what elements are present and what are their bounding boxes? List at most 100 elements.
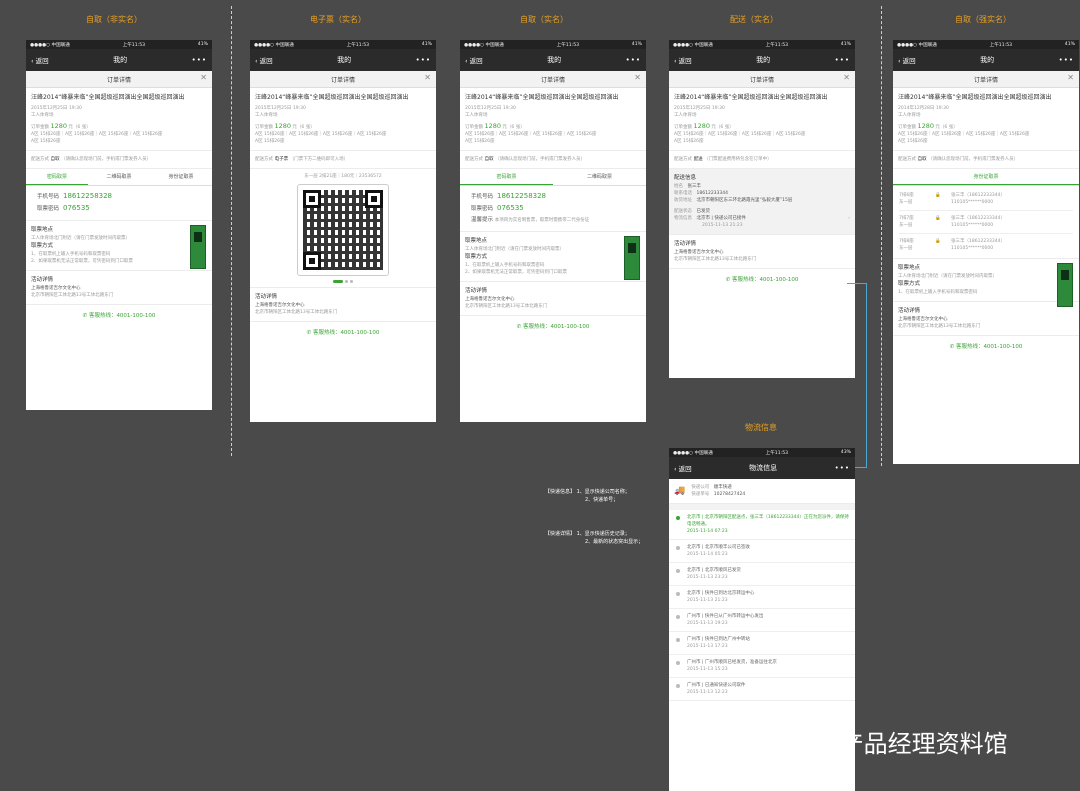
phone-label: 手机号码 <box>471 194 494 200</box>
back-button[interactable]: ‹ 返回 <box>31 55 49 65</box>
page-dots[interactable] <box>250 280 436 283</box>
sub-header: 订单详情 ✕ <box>893 71 1079 88</box>
close-icon[interactable]: ✕ <box>843 73 850 82</box>
phone-self-pickup-realname: ●●●●○ 中国联通 上午11:53 41% ‹ 返回 我的 ••• 订单详情 ✕ 汪峰2… <box>460 40 646 422</box>
hotline[interactable]: ✆ 客服热线：4001-100-100 <box>669 269 855 289</box>
more-icon[interactable]: ••• <box>835 464 850 472</box>
clock: 上午11:53 <box>765 42 789 48</box>
tab-qrcode[interactable]: 二维码取票 <box>88 169 150 185</box>
holder: 张三丰 <box>951 193 965 198</box>
amount: 1280 <box>484 122 501 130</box>
pwd-label: 取票密码 <box>37 206 60 212</box>
close-icon[interactable]: ✕ <box>200 73 207 82</box>
event-venue: 工人体育场 <box>465 113 488 118</box>
back-button[interactable]: ‹ 返回 <box>674 55 692 65</box>
ticket-machine-icon <box>1057 263 1073 307</box>
timeline-time: 2015-11-13 17:23 <box>687 644 728 649</box>
clock: 上午11:53 <box>556 42 580 48</box>
timeline-text: 北京市 | 北京市朝阳区配送点，张三丰（18612233344）正在为您派件，请… <box>687 515 849 527</box>
column-title: 配送（实名） <box>730 15 778 24</box>
tracking-no: 10278427424 <box>713 492 746 497</box>
note-line: 1、显示快递公司名称； <box>576 489 630 495</box>
page-dot[interactable] <box>350 280 353 283</box>
ship-label: 配送信息 <box>674 175 697 181</box>
hotline[interactable]: ✆ 客服热线：4001-100-100 <box>26 305 212 325</box>
back-button[interactable]: ‹ 返回 <box>674 463 692 473</box>
more-icon[interactable]: ••• <box>835 56 850 64</box>
delivery-hint: （请确认您现场门前，手机或门票发券人员） <box>495 157 586 162</box>
more-icon[interactable]: ••• <box>626 56 641 64</box>
tab-idcard[interactable]: 身份证取票 <box>893 169 1079 185</box>
tab-password[interactable]: 密码取票 <box>460 169 553 185</box>
hotline[interactable]: ✆ 客服热线：4001-100-100 <box>893 336 1079 356</box>
amount-label: 订单金额 <box>465 125 483 130</box>
back-button[interactable]: ‹ 返回 <box>255 55 273 65</box>
pickup-info: 取票地点 工人体育场北门附近（请在门票发放时间内取票） 取票方式 1、在取票机上… <box>893 259 1079 307</box>
express-time: 2015-11-13 21:23 <box>702 223 743 228</box>
method-label: 取票方式 <box>465 254 488 260</box>
tab-password[interactable]: 密码取票 <box>26 169 88 185</box>
nav-bar: ‹ 返回 我的 ••• <box>26 49 212 71</box>
timeline-dot <box>676 592 680 596</box>
tab-qrcode[interactable]: 二维码取票 <box>553 169 646 185</box>
more-icon[interactable]: ••• <box>416 56 431 64</box>
event-title: 汪峰2014“峰暴来临”全国超级巡回演出全国超级巡回演出 <box>465 94 619 101</box>
event-date: 2015年12月25日 19:30 <box>31 106 82 111</box>
event-title: 汪峰2014“峰暴来临”全国超级巡回演出全国超级巡回演出 <box>898 94 1052 101</box>
more-icon[interactable]: ••• <box>192 56 207 64</box>
delivery-hint: （门票下方二维码即可入场） <box>289 157 349 162</box>
delivery-label: 配送方式 <box>674 157 692 162</box>
hotline[interactable]: ✆ 客服热线：4001-100-100 <box>460 316 646 336</box>
event-title: 汪峰2014“峰暴来临”全国超级巡回演出全国超级巡回演出 <box>31 94 185 101</box>
hotline[interactable]: ✆ 客服热线：4001-100-100 <box>250 322 436 342</box>
delivery-value: 配送 <box>693 157 703 162</box>
pickup-tabs: 密码取票 二维码取票 身份证取票 <box>26 169 212 186</box>
amount-label: 订单金额 <box>31 125 49 130</box>
annotation-detail: 【快递详情】 1、显示快递历史记录； 2、最新的状态突出显示； <box>545 530 643 546</box>
timeline-time: 2015-11-13 15:23 <box>687 667 728 672</box>
sub-title: 订单详情 <box>106 76 131 84</box>
organizer-addr: 北京市朝阳区工体北路13号工体北路东门 <box>255 310 338 315</box>
tracking-label: 快递单号 <box>691 492 710 497</box>
annotation-express: 【快递信息】 1、显示快递公司名称； 2、快递单号； <box>545 488 630 504</box>
status-bar: ●●●●○ 中国联通 上午11:53 41% <box>460 40 646 49</box>
phone-label: 手机号码 <box>37 194 60 200</box>
organizer-label: 活动详情 <box>465 288 488 294</box>
back-button[interactable]: ‹ 返回 <box>465 55 483 65</box>
close-icon[interactable]: ✕ <box>424 73 431 82</box>
qr-finder <box>365 190 383 208</box>
company-label: 快递公司 <box>691 485 710 490</box>
place-label: 取票地点 <box>898 265 921 271</box>
seat: 7排8座 <box>899 239 914 244</box>
close-icon[interactable]: ✕ <box>634 73 641 82</box>
canvas: 自取（非实名） 电子票（实名） 自取（实名） 配送（实名） 自取（强实名） 物流… <box>0 0 1080 791</box>
page-dot[interactable] <box>345 280 348 283</box>
organizer-addr: 北京市朝阳区工体北路13号工体北路东门 <box>465 304 548 309</box>
back-label: 返回 <box>35 57 49 65</box>
nav-title: 我的 <box>980 56 995 64</box>
phone-value: 18612258328 <box>63 192 113 200</box>
place: 工人体育场北门附近（请在门票发放时间内取票） <box>31 236 130 241</box>
timeline-text: 广州市 | 广州市顺风已经发货，准备运往北京 <box>687 660 777 665</box>
place-label: 取票地点 <box>31 227 54 233</box>
page-dot[interactable] <box>333 280 343 283</box>
event-info: 汪峰2014“峰暴来临”全国超级巡回演出全国超级巡回演出 2015年12月25日… <box>460 88 646 151</box>
addr: 北京市朝阳区东三环北路霞光里“弘毅大厦”15层 <box>696 198 793 203</box>
amount-unit: 元（6 张） <box>292 125 315 130</box>
timeline-item: 北京市 | 快件已到达北京转运中心 2015-11-13 21:23 <box>669 586 855 609</box>
delivery-hint: （门票配送费用将包含在订单中） <box>704 157 772 162</box>
lock-icon: 🔒 <box>935 239 941 244</box>
hotline-text: 客服热线：4001-100-100 <box>522 324 590 330</box>
sub-title: 订单详情 <box>749 76 774 84</box>
close-icon[interactable]: ✕ <box>1067 73 1074 82</box>
back-label: 返回 <box>259 57 273 65</box>
sub-title: 订单详情 <box>973 76 998 84</box>
express-link[interactable]: 物流信息 北京市 | 快递公司已接件 › <box>674 215 850 222</box>
lock-icon: 🔒 <box>935 193 941 198</box>
tab-idcard[interactable]: 身份证取票 <box>150 169 212 185</box>
timeline-dot <box>676 546 680 550</box>
delivery-value: 自取 <box>484 157 494 162</box>
back-button[interactable]: ‹ 返回 <box>898 55 916 65</box>
more-icon[interactable]: ••• <box>1059 56 1074 64</box>
amount-label: 订单金额 <box>674 125 692 130</box>
